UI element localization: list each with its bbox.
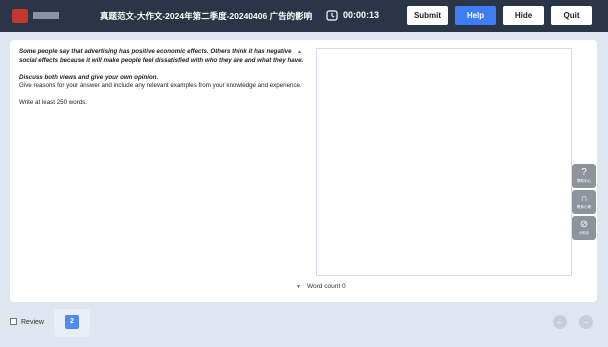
username-redacted xyxy=(33,12,59,19)
help-button[interactable]: Help xyxy=(455,6,496,25)
answer-textarea[interactable] xyxy=(316,48,572,276)
review-checkbox[interactable]: Review xyxy=(10,318,44,326)
timer: 00:00:13 xyxy=(343,10,380,20)
question-task: Discuss both views and give your own opi… xyxy=(19,73,159,81)
page-number-button[interactable]: 2 xyxy=(65,315,79,329)
main-panel: Some people say that advertising has pos… xyxy=(10,40,597,302)
quit-button[interactable]: Quit xyxy=(551,6,592,25)
assistant-button[interactable]: ⊘ 小助手 xyxy=(572,216,596,240)
scroll-down-arrow-icon[interactable]: ▼ xyxy=(296,284,301,290)
word-count: Word count 0 xyxy=(307,283,346,290)
word-count-value: 0 xyxy=(341,283,346,290)
next-arrow-icon[interactable]: → xyxy=(579,315,593,329)
hide-button[interactable]: Hide xyxy=(503,6,544,25)
test-title: 真题范文-大作文-2024年第二季度-20240406 广告的影响 xyxy=(100,11,313,21)
help-center-button[interactable]: ? 帮助中心 xyxy=(572,164,596,188)
checkbox-icon[interactable] xyxy=(10,318,17,325)
help-circle-icon: ? xyxy=(581,167,587,178)
review-label: Review xyxy=(21,319,44,326)
previous-arrow-icon[interactable]: ← xyxy=(553,315,567,329)
side-tools: ? 帮助中心 ∩ 联系小助 ⊘ 小助手 xyxy=(572,164,596,242)
headset-icon: ∩ xyxy=(580,193,588,204)
word-limit: Write at least 250 words. xyxy=(19,99,87,107)
question-prompt: Some people say that advertising has pos… xyxy=(19,48,304,64)
submit-button[interactable]: Submit xyxy=(407,6,448,25)
question-instruction: Give reasons for your answer and include… xyxy=(19,82,302,90)
question-fade xyxy=(10,240,306,295)
word-count-label: Word count xyxy=(307,283,341,290)
top-bar: 真题范文-大作文-2024年第二季度-20240406 广告的影响 00:00:… xyxy=(0,0,608,32)
compass-icon: ⊘ xyxy=(579,219,589,230)
clock-icon xyxy=(326,10,338,21)
scroll-up-arrow-icon[interactable]: ▲ xyxy=(297,49,302,55)
avatar xyxy=(12,9,28,23)
contact-assistant-button[interactable]: ∩ 联系小助 xyxy=(572,190,596,214)
